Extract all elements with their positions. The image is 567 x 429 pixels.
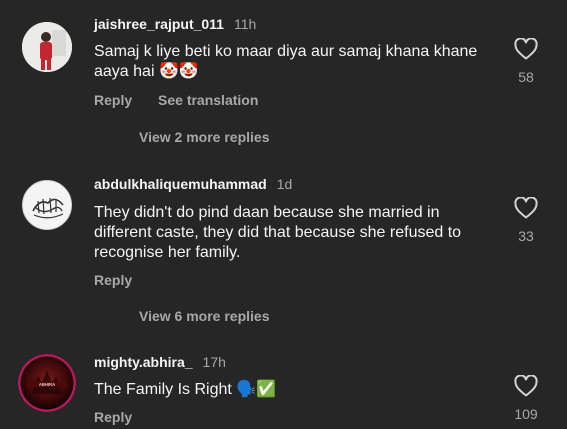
reply-button[interactable]: Reply — [94, 92, 132, 108]
comment-text: Samaj k liye beti ko maar diya aur samaj… — [94, 43, 478, 80]
avatar-image: ABHIRA — [18, 354, 76, 412]
heart-outline-icon[interactable] — [514, 197, 538, 219]
avatar[interactable] — [22, 180, 72, 230]
see-translation-button[interactable]: See translation — [158, 92, 258, 108]
comment-time: 11h — [233, 16, 257, 32]
like-count: 33 — [518, 228, 534, 244]
view-more-replies[interactable]: View 6 more replies — [139, 308, 269, 324]
comment-time: 1d — [276, 176, 293, 192]
avatar[interactable] — [22, 22, 72, 72]
comment-username[interactable]: jaishree_rajput_011 11h — [94, 16, 256, 32]
avatar[interactable]: ABHIRA — [18, 354, 76, 412]
heart-outline-icon[interactable] — [514, 38, 538, 60]
comment-text: They didn't do pind daan because she mar… — [94, 204, 462, 261]
comment-time: 17h — [202, 354, 226, 370]
comment-actions: Reply — [94, 272, 154, 288]
comment-username[interactable]: abdulkhaliquemuhammad 1d — [94, 176, 292, 192]
view-more-replies[interactable]: View 2 more replies — [139, 129, 269, 145]
comment-actions: Reply — [94, 409, 154, 425]
heart-outline-icon[interactable] — [514, 375, 538, 397]
like-count: 109 — [514, 406, 538, 422]
svg-text:ABHIRA: ABHIRA — [39, 382, 55, 387]
like-count: 58 — [518, 69, 534, 85]
comment-text: The Family Is Right 🗣️✅ — [94, 381, 277, 398]
reply-button[interactable]: Reply — [94, 409, 132, 425]
comment-username[interactable]: mighty.abhira_ 17h — [94, 354, 226, 370]
avatar-image — [24, 182, 71, 229]
comment-actions: Reply See translation — [94, 92, 280, 108]
reply-button[interactable]: Reply — [94, 272, 132, 288]
avatar-image — [22, 22, 72, 72]
